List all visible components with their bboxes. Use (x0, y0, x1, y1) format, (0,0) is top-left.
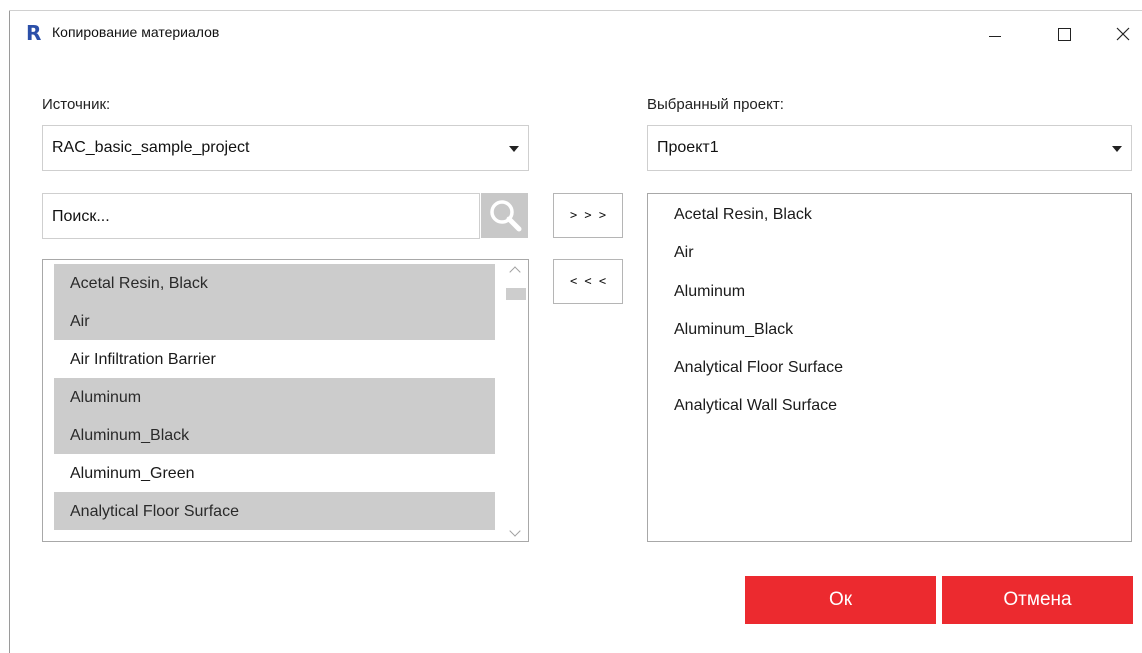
list-item[interactable]: Aluminum_Green (54, 454, 495, 492)
target-label: Выбранный проект: (647, 96, 784, 113)
list-item-label: Aluminum (70, 389, 142, 406)
list-item-label: Acetal Resin, Black (70, 275, 208, 292)
title-bar: R Копирование материалов (10, 11, 1142, 55)
minimize-icon (989, 35, 1001, 37)
close-button[interactable] (1100, 19, 1142, 49)
list-item[interactable]: Aluminum (54, 378, 495, 416)
maximize-icon (1057, 27, 1071, 41)
list-item-label: Aluminum_Green (70, 465, 195, 482)
list-item[interactable]: Aluminum_Black (674, 321, 793, 339)
list-item[interactable]: Aluminum (674, 283, 745, 301)
window-title: Копирование материалов (52, 24, 220, 40)
revit-logo-icon: R (26, 21, 42, 45)
list-item[interactable]: Aluminum_Black (54, 416, 495, 454)
search-field[interactable] (42, 193, 480, 239)
source-label: Источник: (42, 96, 111, 113)
list-item-label: Analytical Floor Surface (70, 503, 239, 520)
maximize-button[interactable] (1041, 19, 1087, 49)
source-project-select[interactable]: RAC_basic_sample_project (42, 125, 529, 171)
scroll-thumb[interactable] (506, 288, 526, 300)
target-project-select[interactable]: Проект1 (647, 125, 1132, 171)
chevron-down-icon (1112, 146, 1122, 152)
remove-materials-button[interactable]: < < < (553, 259, 623, 304)
list-item[interactable]: Analytical Floor Surface (54, 492, 495, 530)
search-input[interactable] (52, 206, 452, 228)
list-item[interactable]: Analytical Floor Surface (674, 359, 843, 377)
chevron-down-icon (509, 146, 519, 152)
scroll-down-icon[interactable] (509, 525, 521, 537)
close-icon (1116, 27, 1130, 41)
search-icon (490, 200, 522, 232)
source-project-value: RAC_basic_sample_project (52, 139, 250, 156)
add-materials-button[interactable]: > > > (553, 193, 623, 238)
window-border (9, 10, 10, 653)
list-item[interactable]: Acetal Resin, Black (54, 264, 495, 302)
target-project-value: Проект1 (657, 139, 719, 156)
list-item-label: Air Infiltration Barrier (70, 351, 216, 368)
list-item[interactable]: Acetal Resin, Black (674, 206, 812, 224)
scroll-up-icon[interactable] (509, 266, 521, 278)
list-item[interactable]: Air (674, 244, 694, 262)
list-item[interactable]: Air Infiltration Barrier (54, 340, 495, 378)
minimize-button[interactable] (972, 19, 1018, 49)
list-item-label: Air (70, 313, 90, 330)
target-materials-list[interactable]: Acetal Resin, Black Air Aluminum Aluminu… (647, 193, 1132, 542)
vertical-scrollbar[interactable] (504, 260, 528, 541)
dialog-window: R Копирование материалов Источник: RAC_b… (0, 0, 1142, 653)
ok-button[interactable]: Ок (745, 576, 936, 624)
list-item[interactable]: Air (54, 302, 495, 340)
search-button[interactable] (481, 193, 528, 238)
list-item-label: Aluminum_Black (70, 427, 190, 444)
source-materials-list[interactable]: Acetal Resin, Black Air Air Infiltration… (42, 259, 529, 542)
cancel-button[interactable]: Отмена (942, 576, 1133, 624)
list-item[interactable]: Analytical Wall Surface (674, 397, 837, 415)
